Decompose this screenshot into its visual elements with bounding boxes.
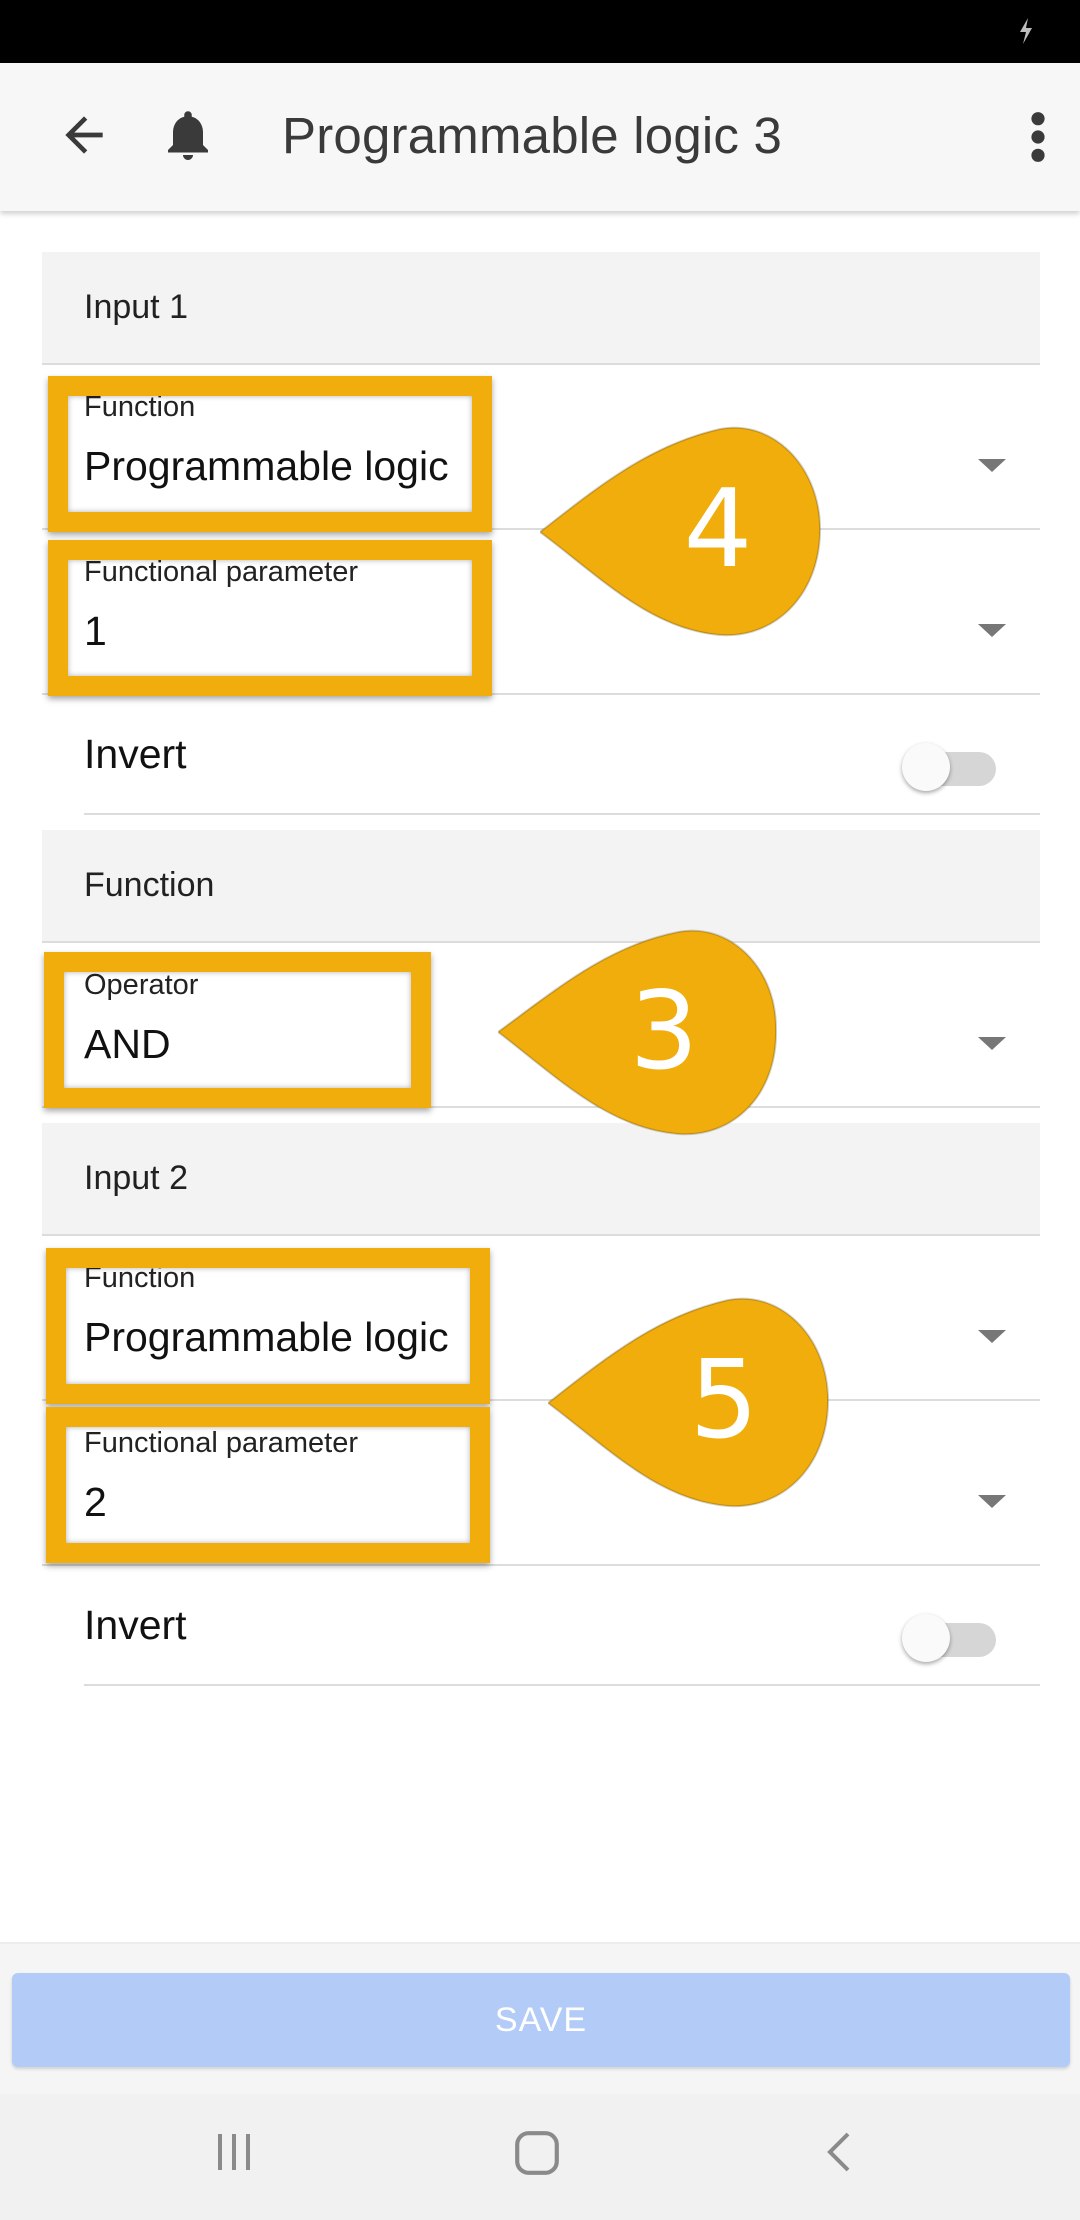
- invert-switch[interactable]: [902, 735, 998, 791]
- input1-invert-row: Invert: [84, 695, 1040, 815]
- field-value: Programmable logic: [84, 443, 449, 489]
- field-value: 1: [84, 608, 107, 654]
- field-value: Programmable logic: [84, 1314, 449, 1360]
- callout-number: 4: [683, 467, 753, 592]
- field-label: Function: [84, 391, 196, 423]
- system-nav-bar: [0, 2094, 1080, 2220]
- field-value: 2: [84, 1479, 107, 1525]
- input2-function-dropdown[interactable]: Function Programmable logic: [42, 1236, 1040, 1401]
- dropdown-arrow-icon[interactable]: [978, 459, 1006, 472]
- invert-label: Invert: [84, 1602, 187, 1648]
- status-bar: [0, 0, 1080, 63]
- page-title: Programmable logic 3: [282, 107, 783, 164]
- dropdown-arrow-icon[interactable]: [978, 1495, 1006, 1508]
- back-arrow-icon[interactable]: [56, 107, 112, 163]
- input2-parameter-dropdown[interactable]: Functional parameter 2: [42, 1401, 1040, 1566]
- section-header-input-2: Input 2: [42, 1123, 1040, 1236]
- app-bar: Programmable logic 3: [0, 63, 1080, 211]
- dropdown-arrow-icon[interactable]: [978, 1037, 1006, 1050]
- input2-invert-row: Invert: [84, 1566, 1040, 1686]
- nav-back-icon[interactable]: [816, 2128, 864, 2176]
- callout-number: 5: [689, 1338, 759, 1463]
- invert-label: Invert: [84, 731, 187, 777]
- invert-switch[interactable]: [902, 1606, 998, 1662]
- switch-thumb: [902, 743, 950, 791]
- field-label: Functional parameter: [84, 556, 359, 588]
- section-header-function: Function: [42, 830, 1040, 943]
- save-button[interactable]: SAVE: [12, 1973, 1070, 2067]
- callout-marker: 4: [540, 425, 822, 637]
- charging-icon: [1020, 18, 1032, 44]
- field-label: Function: [84, 1262, 196, 1294]
- section-title: Input 1: [84, 288, 188, 326]
- dropdown-arrow-icon[interactable]: [978, 1330, 1006, 1343]
- section-title: Function: [84, 866, 215, 904]
- home-icon[interactable]: [512, 2128, 562, 2178]
- section-header-input-1: Input 1: [42, 252, 1040, 365]
- dropdown-arrow-icon[interactable]: [978, 624, 1006, 637]
- callout-marker: 3: [498, 928, 780, 1136]
- callout-number: 3: [629, 969, 699, 1094]
- bell-icon[interactable]: [158, 103, 218, 167]
- field-label: Functional parameter: [84, 1427, 359, 1459]
- field-value: AND: [84, 1021, 171, 1067]
- more-vert-icon[interactable]: [1016, 103, 1060, 171]
- callout-marker: 5: [548, 1296, 830, 1508]
- switch-thumb: [902, 1614, 950, 1662]
- field-label: Operator: [84, 969, 199, 1001]
- section-title: Input 2: [84, 1159, 188, 1197]
- recent-apps-icon[interactable]: [210, 2128, 258, 2176]
